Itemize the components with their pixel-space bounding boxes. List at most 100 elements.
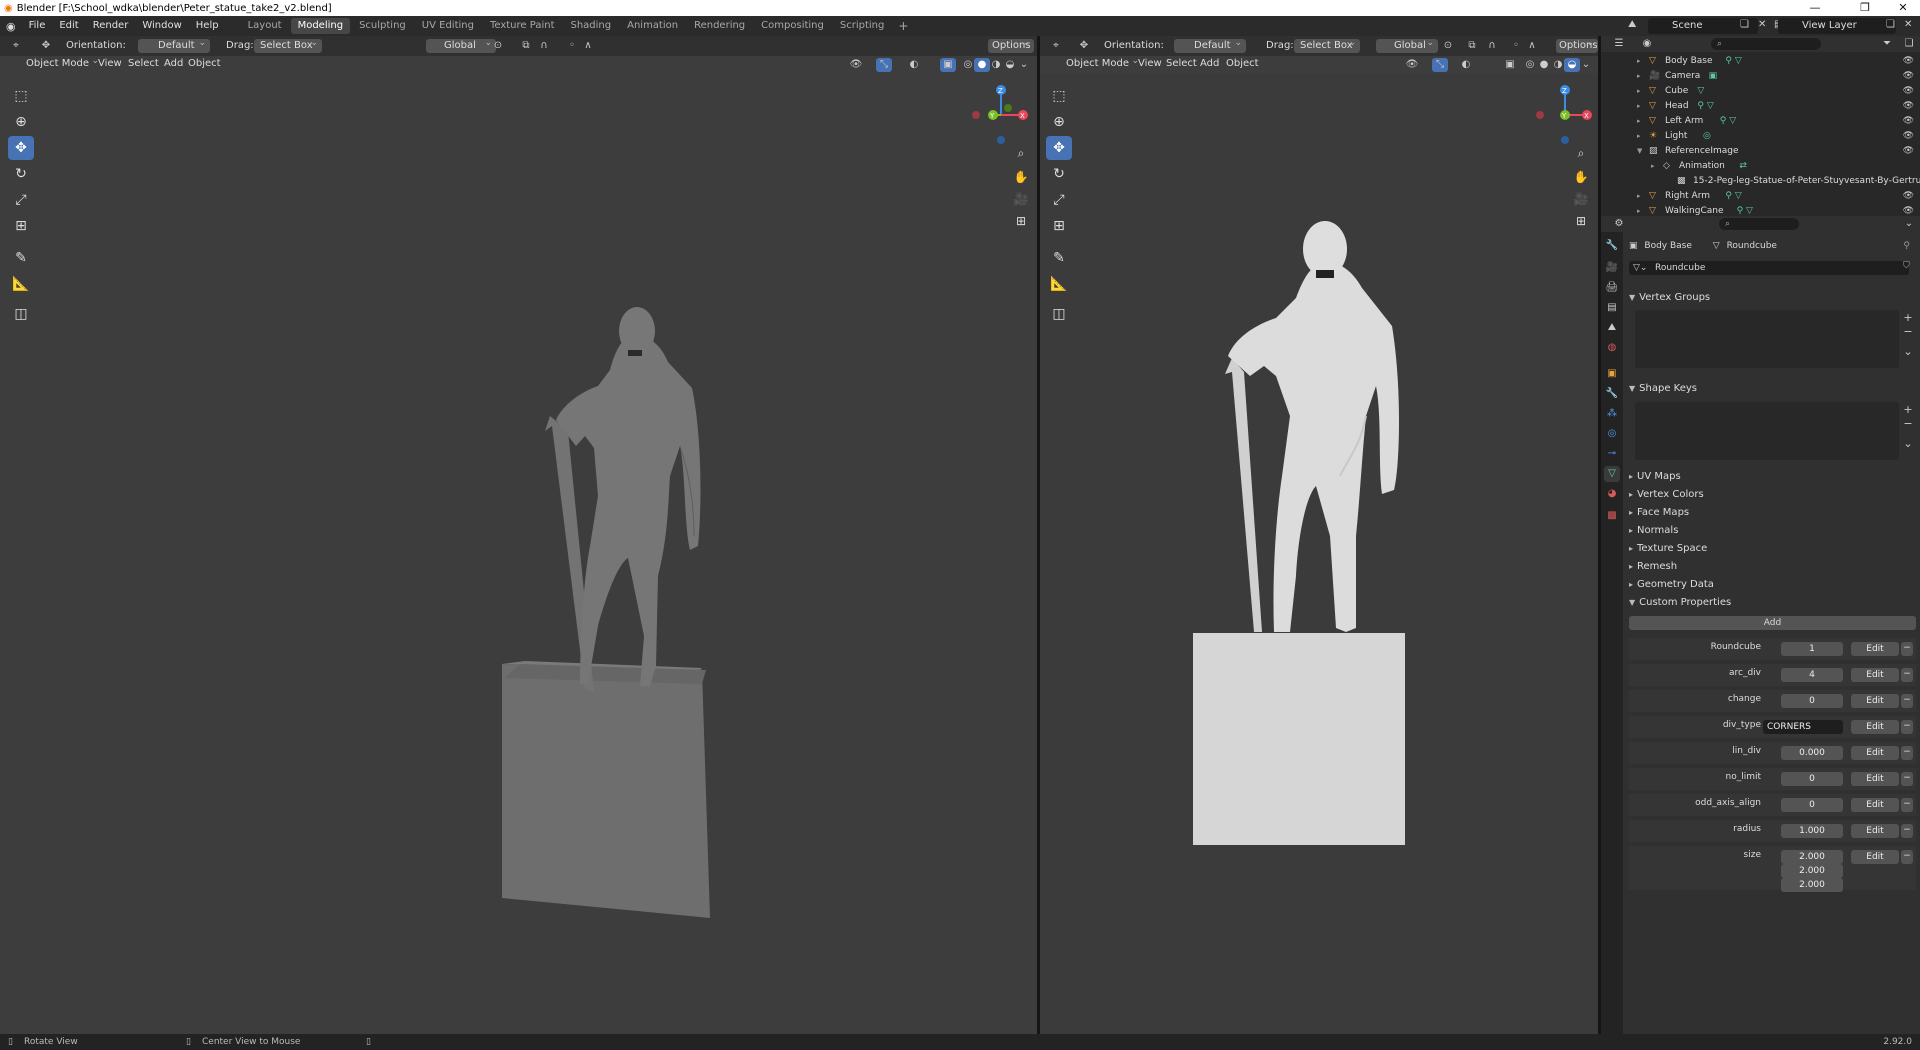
expand-arrow-icon[interactable]: ▸ — [1637, 114, 1641, 129]
outliner-item[interactable]: ▸ ▽ Left Arm ⚲ ▽ 👁 — [1601, 114, 1920, 129]
minimize-button[interactable]: — — [1798, 0, 1832, 16]
delete-view-layer-icon[interactable]: ✕ — [1904, 19, 1912, 30]
visibility-eye-icon[interactable]: 👁 — [1903, 114, 1914, 129]
data-tab-icon[interactable]: ▽ — [1604, 466, 1620, 482]
modifier-data-icon[interactable]: ⚲ ▽ — [1720, 114, 1736, 129]
tab-rendering[interactable]: Rendering — [687, 18, 752, 34]
add-property-button[interactable]: Add — [1629, 616, 1916, 630]
mesh-datablock-selector[interactable]: ▽⌄ Roundcube — [1629, 261, 1909, 275]
edit-property-button[interactable]: Edit — [1851, 720, 1899, 734]
panel-shape-keys-header[interactable]: ▼ Shape Keys — [1629, 380, 1916, 398]
expand-arrow-icon[interactable]: ▸ — [1637, 204, 1641, 216]
vertex-group-menu-icon[interactable]: ⌄ — [1901, 346, 1915, 358]
property-value-field[interactable]: 0 — [1781, 772, 1843, 786]
blender-menu-icon[interactable]: ◉ — [0, 20, 22, 33]
filter-icon[interactable]: ⏷ — [1879, 37, 1895, 51]
properties-options-icon[interactable]: ⌄ — [1901, 217, 1917, 231]
new-scene-icon[interactable]: ❏ — [1740, 19, 1749, 30]
edit-property-button[interactable]: Edit — [1851, 772, 1899, 786]
texture-tab-icon[interactable]: ▩ — [1604, 508, 1620, 524]
shape-key-menu-icon[interactable]: ⌄ — [1901, 438, 1915, 450]
tab-compositing[interactable]: Compositing — [754, 18, 831, 34]
visibility-eye-icon[interactable]: 👁 — [1903, 129, 1914, 144]
outliner-item[interactable]: ▸ ▽ WalkingCane ⚲ ▽ 👁 — [1601, 204, 1920, 216]
panel-uv-maps-header[interactable]: ▸ UV Maps — [1629, 468, 1916, 486]
tab-shading[interactable]: Shading — [563, 18, 618, 34]
panel-normals-header[interactable]: ▸ Normals — [1629, 522, 1916, 540]
modifier-data-icon[interactable]: ⚲ ▽ — [1725, 54, 1741, 69]
new-collection-icon[interactable]: ❏ — [1901, 37, 1917, 51]
properties-editor-icon[interactable]: ⚙ — [1611, 217, 1627, 231]
add-shape-key-icon[interactable]: + — [1901, 404, 1915, 416]
property-value-field[interactable]: 2.000 — [1781, 850, 1843, 864]
scene-tab-icon[interactable]: ⛰ — [1604, 320, 1620, 336]
menu-edit[interactable]: Edit — [52, 16, 85, 36]
expand-arrow-icon[interactable]: ▸ — [1651, 159, 1655, 174]
expand-arrow-icon[interactable]: ▸ — [1637, 54, 1641, 69]
remove-property-icon[interactable]: − — [1901, 746, 1913, 760]
remove-vertex-group-icon[interactable]: − — [1901, 326, 1915, 338]
visibility-eye-icon[interactable]: 👁 — [1903, 69, 1914, 84]
vertex-groups-list[interactable] — [1635, 310, 1899, 368]
pin-icon[interactable]: ⚲ — [1903, 238, 1910, 254]
material-tab-icon[interactable]: ◕ — [1604, 486, 1620, 502]
property-value-field[interactable]: CORNERS — [1763, 720, 1843, 734]
object-tab-icon[interactable]: ▣ — [1604, 366, 1620, 382]
tab-uv-editing[interactable]: UV Editing — [415, 18, 481, 34]
menu-window[interactable]: Window — [135, 16, 188, 36]
modifier-data-icon[interactable]: ◎ — [1703, 129, 1711, 144]
render-tab-icon[interactable]: 🎥 — [1604, 260, 1620, 276]
expand-arrow-icon[interactable]: ▸ — [1637, 99, 1641, 114]
tab-modeling[interactable]: Modeling — [290, 18, 351, 34]
visibility-eye-icon[interactable]: 👁 — [1903, 54, 1914, 69]
remove-property-icon[interactable]: − — [1901, 850, 1913, 864]
edit-property-button[interactable]: Edit — [1851, 694, 1899, 708]
visibility-eye-icon[interactable]: 👁 — [1903, 99, 1914, 114]
expand-arrow-icon[interactable]: ▸ — [1637, 129, 1641, 144]
panel-face-maps-header[interactable]: ▸ Face Maps — [1629, 504, 1916, 522]
physics-tab-icon[interactable]: ◎ — [1604, 426, 1620, 442]
close-button[interactable]: ✕ — [1886, 0, 1920, 16]
property-value-field[interactable]: 4 — [1781, 668, 1843, 682]
edit-property-button[interactable]: Edit — [1851, 824, 1899, 838]
add-vertex-group-icon[interactable]: + — [1901, 312, 1915, 324]
modifier-data-icon[interactable]: ⚲ ▽ — [1697, 99, 1713, 114]
tab-scripting[interactable]: Scripting — [833, 18, 891, 34]
tab-sculpting[interactable]: Sculpting — [352, 18, 413, 34]
fake-user-icon[interactable]: ⛉ — [1903, 261, 1910, 271]
view-layer-tab-icon[interactable]: ▤ — [1604, 300, 1620, 316]
property-value-field[interactable]: 0.000 — [1781, 746, 1843, 760]
remove-property-icon[interactable]: − — [1901, 824, 1913, 838]
remove-property-icon[interactable]: − — [1901, 720, 1913, 734]
visibility-eye-icon[interactable]: 👁 — [1903, 204, 1914, 216]
property-value-field[interactable]: 0 — [1781, 798, 1843, 812]
expand-arrow-icon[interactable]: ▸ — [1637, 84, 1641, 99]
remove-property-icon[interactable]: − — [1901, 694, 1913, 708]
edit-property-button[interactable]: Edit — [1851, 798, 1899, 812]
property-value-field[interactable]: 0 — [1781, 694, 1843, 708]
add-workspace-button[interactable]: + — [892, 19, 914, 33]
tab-texture-paint[interactable]: Texture Paint — [483, 18, 562, 34]
expand-arrow-icon[interactable]: ▼ — [1637, 144, 1642, 159]
outliner-item[interactable]: ▩ 15-2-Peg-leg-Statue-of-Peter-Stuyvesant… — [1601, 174, 1920, 189]
output-tab-icon[interactable]: 🖨 — [1604, 280, 1620, 296]
panel-texture-space-header[interactable]: ▸ Texture Space — [1629, 540, 1916, 558]
visibility-eye-icon[interactable]: 👁 — [1903, 189, 1914, 204]
statue-model-right[interactable] — [1040, 36, 1600, 1034]
remove-shape-key-icon[interactable]: − — [1901, 418, 1915, 430]
delete-scene-icon[interactable]: ✕ — [1758, 19, 1766, 30]
modifier-data-icon[interactable]: ⇄ — [1739, 159, 1747, 174]
tab-animation[interactable]: Animation — [620, 18, 685, 34]
outliner-item[interactable]: ▸ 🎥 Camera ▣ 👁 — [1601, 69, 1920, 84]
visibility-eye-icon[interactable]: 👁 — [1903, 84, 1914, 99]
edit-property-button[interactable]: Edit — [1851, 642, 1899, 656]
edit-property-button[interactable]: Edit — [1851, 668, 1899, 682]
viewport-left[interactable]: ⌖ ✥ Orientation: Default Drag: Select Bo… — [0, 36, 1037, 1034]
tab-layout[interactable]: Layout — [241, 18, 289, 34]
modifier-tab-icon[interactable]: 🔧 — [1604, 386, 1620, 402]
remove-property-icon[interactable]: − — [1901, 772, 1913, 786]
panel-vertex-groups-header[interactable]: ▼ Vertex Groups — [1629, 289, 1916, 307]
modifier-data-icon[interactable]: ⚲ ▽ — [1737, 204, 1753, 216]
view-layer-selector[interactable]: View Layer — [1778, 18, 1896, 34]
modifier-data-icon[interactable]: ⚲ ▽ — [1725, 189, 1741, 204]
